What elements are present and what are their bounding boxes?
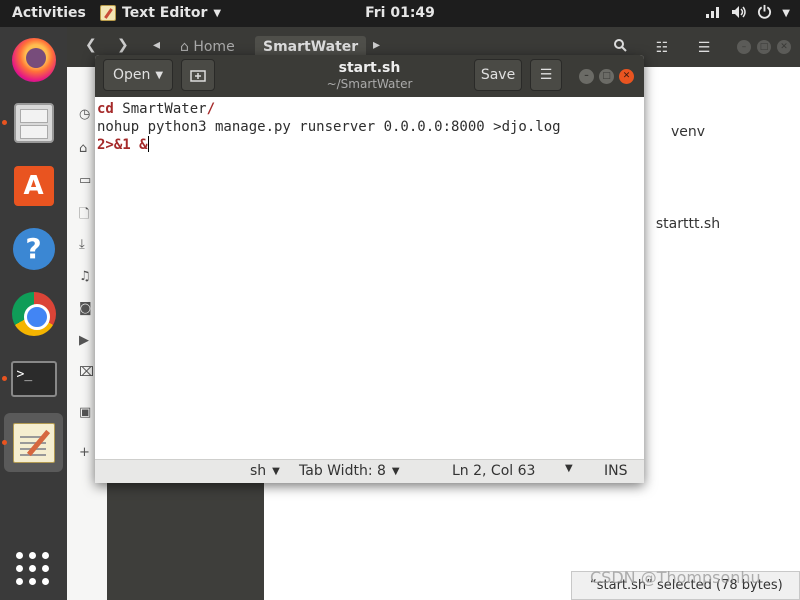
- dock-item-chrome[interactable]: [4, 284, 63, 343]
- network-icon[interactable]: [705, 5, 721, 23]
- tab-width-selector[interactable]: Tab Width: 8 ▼: [299, 463, 400, 479]
- open-button[interactable]: Open ▼: [103, 59, 173, 91]
- view-toggle-icon[interactable]: ☷: [647, 35, 677, 61]
- dock-item-files[interactable]: [2, 93, 63, 152]
- maximize-icon[interactable]: □: [599, 69, 614, 84]
- open-button-label: Open: [112, 67, 151, 83]
- ubuntu-software-icon: A: [13, 165, 54, 206]
- maximize-icon[interactable]: □: [757, 40, 771, 54]
- system-tray[interactable]: ▼: [705, 4, 790, 23]
- files-icon: [13, 102, 54, 143]
- file-item-starttt-label[interactable]: starttt.sh: [638, 216, 738, 232]
- chevron-down-icon[interactable]: ▼: [782, 8, 790, 19]
- videos-icon[interactable]: ▶: [79, 333, 89, 348]
- dock-item-firefox[interactable]: [4, 30, 63, 89]
- home-icon[interactable]: ⌂: [79, 141, 87, 156]
- drive-icon[interactable]: ▣: [79, 405, 91, 420]
- other-locations-icon[interactable]: +: [79, 445, 90, 460]
- text-editor-icon: [100, 5, 116, 21]
- code-keyword-cd: cd: [97, 101, 114, 117]
- home-icon: ⌂: [180, 39, 189, 55]
- dock: A ? >_: [0, 27, 67, 600]
- menu-icon: ☰: [539, 67, 553, 83]
- app-menu[interactable]: Text Editor ▼: [100, 5, 221, 21]
- language-selector[interactable]: sh ▼: [250, 463, 280, 479]
- file-item-venv-label[interactable]: venv: [638, 124, 738, 140]
- code-redirect: 2>&1 &: [97, 137, 148, 153]
- power-icon[interactable]: [757, 4, 772, 23]
- menu-icon[interactable]: ☰: [689, 35, 719, 61]
- firefox-icon: [11, 37, 56, 82]
- close-icon[interactable]: ✕: [619, 69, 634, 84]
- insert-mode-indicator: INS: [604, 463, 628, 479]
- code-editor[interactable]: cd SmartWater/ nohup python3 manage.py r…: [95, 97, 644, 459]
- language-label: sh: [250, 463, 267, 479]
- terminal-icon: >_: [10, 360, 57, 397]
- show-applications-grid-icon[interactable]: [16, 552, 50, 586]
- minimize-icon[interactable]: –: [579, 69, 594, 84]
- cursor-position-dropdown[interactable]: ▼: [565, 463, 573, 474]
- breadcrumb-home-label: Home: [193, 39, 235, 55]
- hamburger-menu-button[interactable]: ☰: [530, 59, 562, 91]
- dock-item-terminal[interactable]: >_: [2, 349, 63, 408]
- breadcrumb-left-icon[interactable]: ◂: [153, 37, 160, 53]
- desktop-icon[interactable]: ▭: [79, 173, 91, 188]
- minimize-icon[interactable]: –: [737, 40, 751, 54]
- chevron-down-icon: ▼: [391, 465, 400, 477]
- top-bar: Activities Text Editor ▼ Fri 01:49 ▼: [0, 0, 800, 27]
- editor-header-bar: Open ▼ start.sh ~/SmartWater Save ☰ – □ …: [95, 55, 644, 97]
- watermark: CSDN @Thompsonhu: [590, 568, 761, 587]
- chevron-down-icon: ▼: [565, 463, 573, 474]
- running-indicator: [2, 120, 7, 125]
- dock-item-text-editor[interactable]: [2, 413, 63, 472]
- cursor-position-selector[interactable]: Ln 2, Col 63: [452, 463, 535, 479]
- chevron-down-icon: ▼: [155, 69, 164, 81]
- dock-item-help[interactable]: ?: [4, 219, 63, 278]
- new-tab-button[interactable]: [181, 59, 215, 91]
- chevron-down-icon: ▼: [272, 465, 280, 477]
- cursor-position-label: Ln 2, Col 63: [452, 463, 536, 479]
- help-icon: ?: [12, 227, 55, 270]
- trash-icon[interactable]: ⌧: [79, 365, 94, 380]
- text-editor-icon: [12, 422, 55, 463]
- music-icon[interactable]: ♫: [79, 269, 91, 284]
- forward-icon[interactable]: ❯: [117, 37, 129, 53]
- documents-icon[interactable]: 🗋: [79, 205, 89, 227]
- tab-width-label: Tab Width: 8: [299, 463, 386, 479]
- back-icon[interactable]: ❮: [85, 37, 97, 53]
- running-indicator: [2, 440, 7, 445]
- save-button[interactable]: Save: [474, 59, 522, 91]
- code-arg: SmartWater: [113, 101, 207, 117]
- downloads-icon[interactable]: ⤓: [79, 237, 85, 252]
- code-slash: /: [206, 101, 216, 117]
- volume-icon[interactable]: [731, 5, 747, 23]
- chevron-down-icon: ▼: [213, 7, 222, 19]
- breadcrumb-right-icon[interactable]: ▸: [373, 37, 380, 53]
- chrome-icon: [11, 291, 56, 336]
- pictures-icon[interactable]: ◙: [79, 301, 92, 316]
- close-icon[interactable]: ✕: [777, 40, 791, 54]
- text-editor-window: Open ▼ start.sh ~/SmartWater Save ☰ – □ …: [95, 55, 644, 483]
- dock-item-software[interactable]: A: [4, 156, 63, 215]
- recent-icon[interactable]: ◷: [79, 107, 90, 122]
- text-cursor: [147, 136, 149, 152]
- app-menu-label: Text Editor: [122, 5, 208, 21]
- activities-button[interactable]: Activities: [12, 5, 86, 21]
- code-line-2: nohup python3 manage.py runserver 0.0.0.…: [97, 119, 561, 135]
- editor-status-bar: sh ▼ Tab Width: 8 ▼ Ln 2, Col 63 ▼ INS: [95, 459, 644, 483]
- new-tab-icon: [190, 70, 206, 82]
- running-indicator: [2, 376, 7, 381]
